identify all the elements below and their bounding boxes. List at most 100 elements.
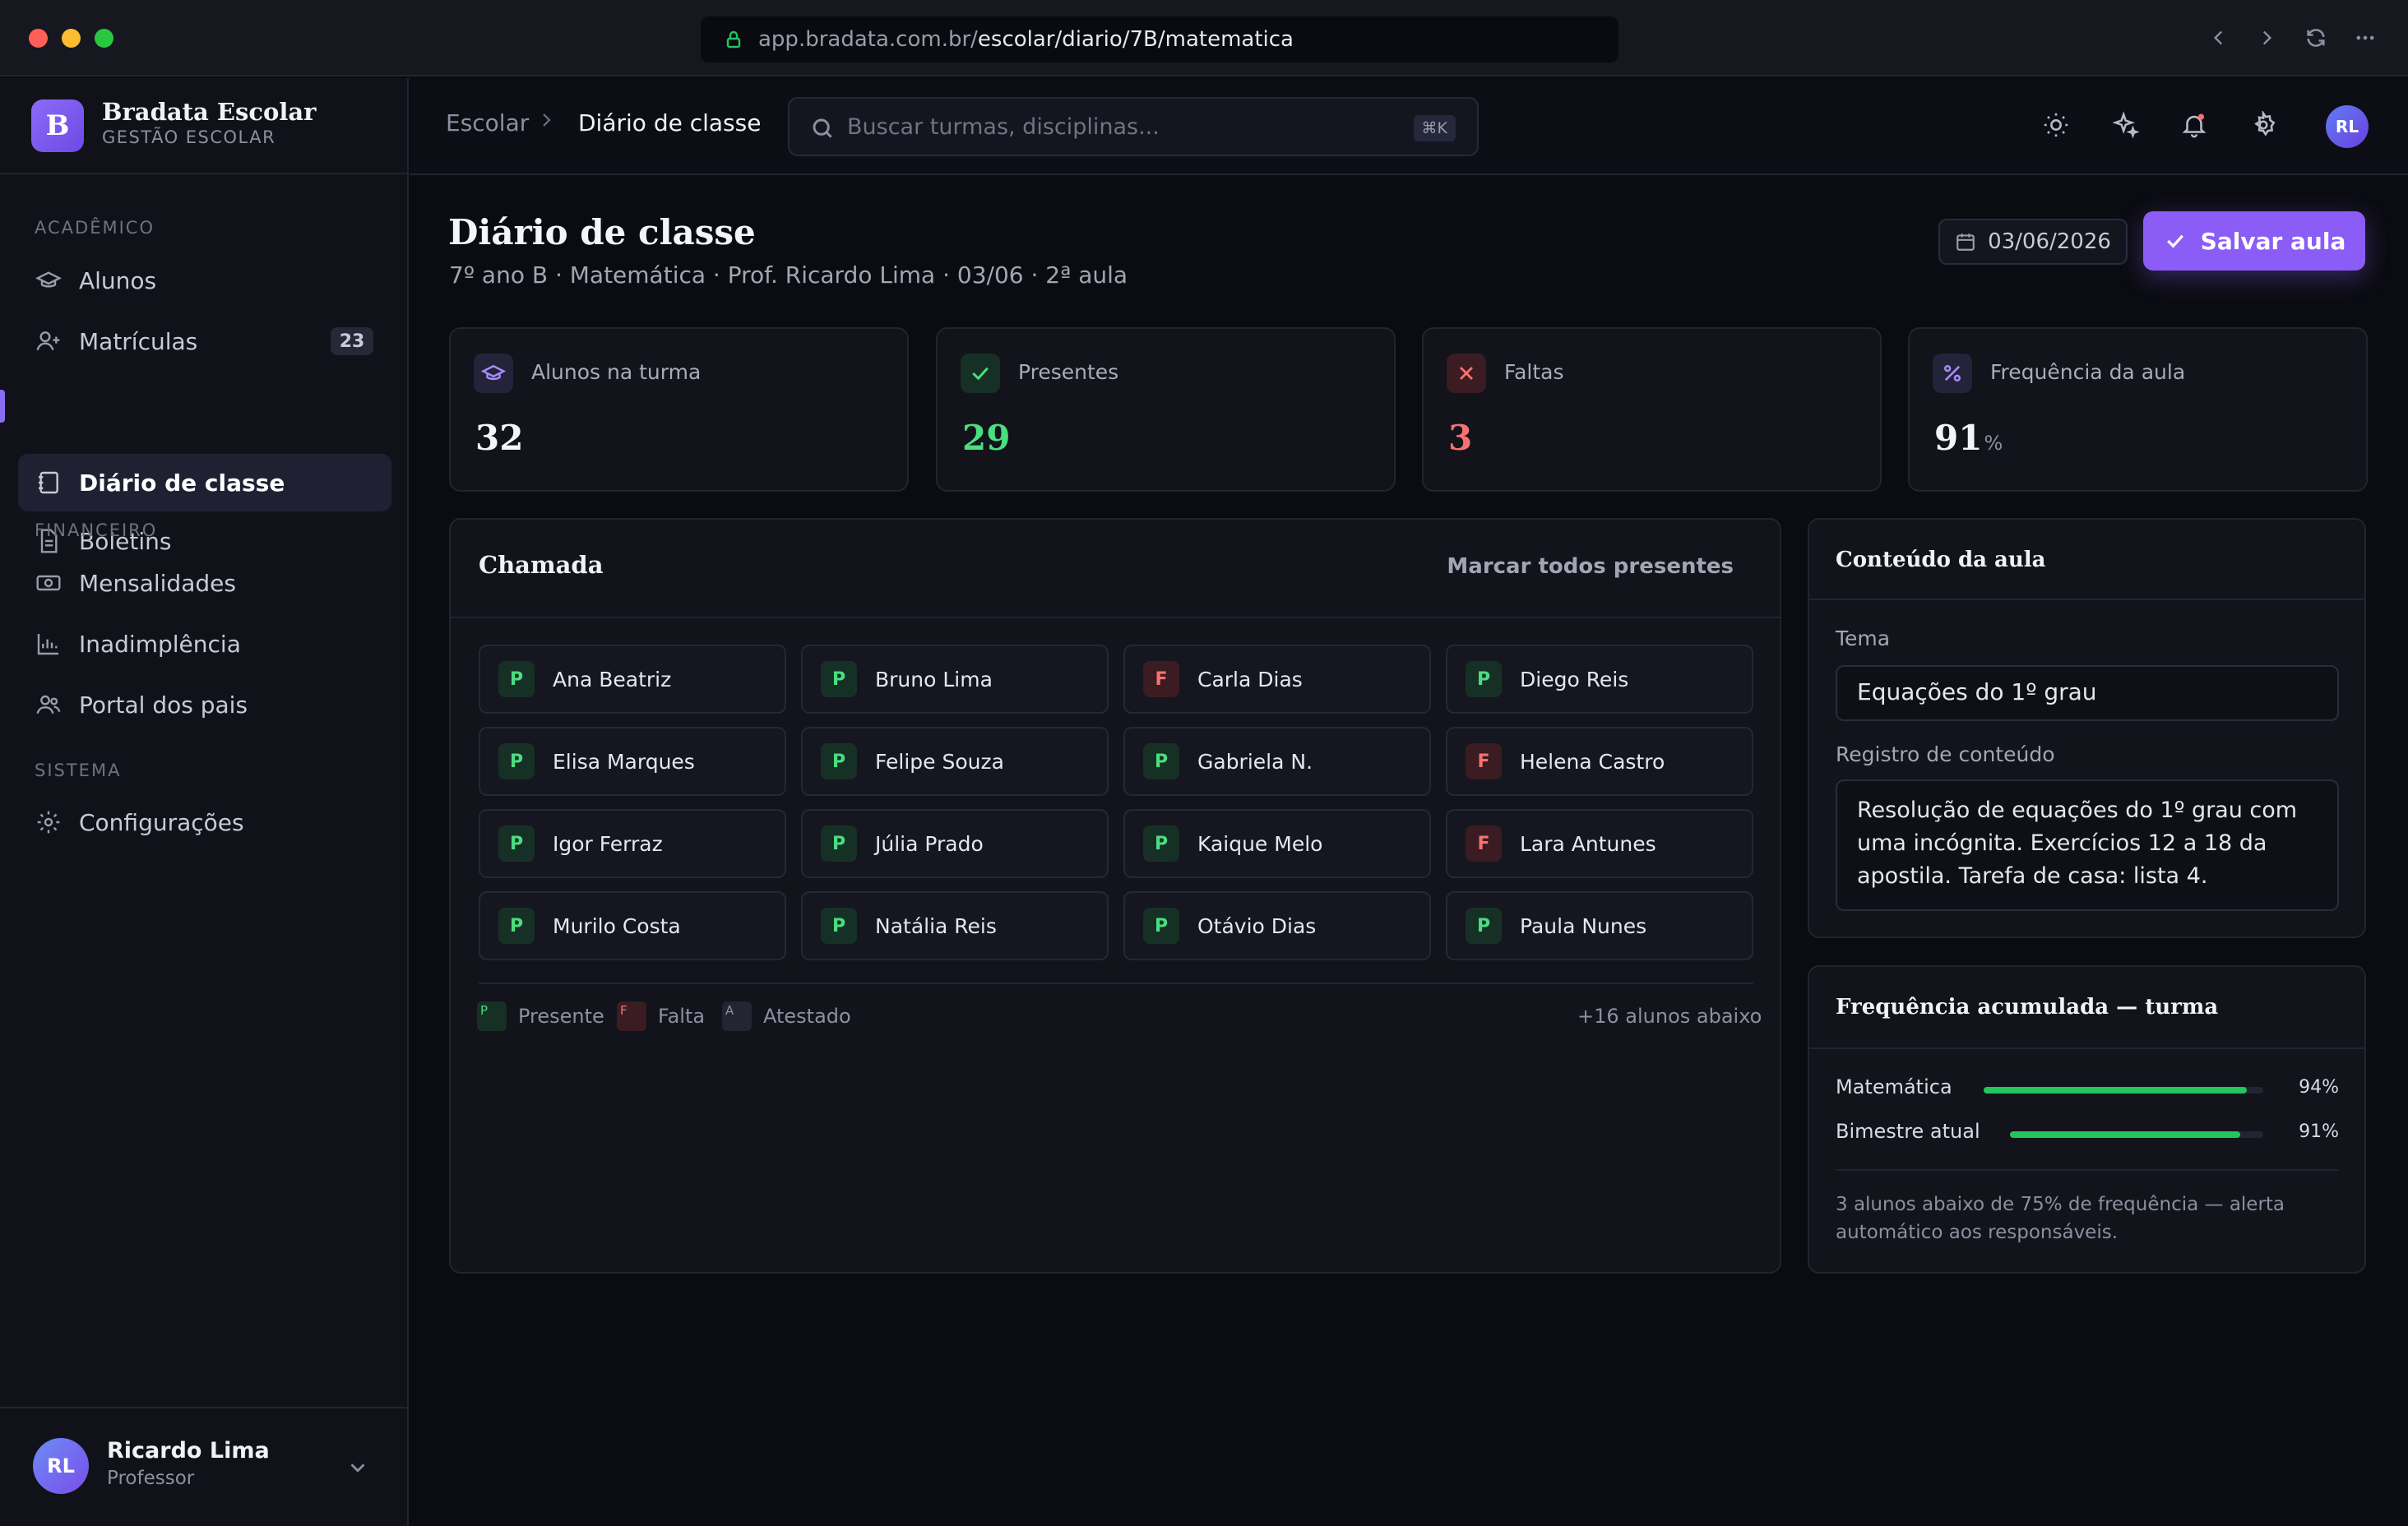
student-card[interactable]: F Lara Antunes <box>1446 809 1753 878</box>
brand-logo[interactable]: B <box>31 99 84 152</box>
student-name: Bruno Lima <box>875 667 993 691</box>
panel-divider <box>1836 1169 2339 1171</box>
attendance-status-toggle[interactable]: F <box>1143 661 1179 697</box>
sidebar-item-alunos[interactable]: Alunos <box>18 252 391 309</box>
page-subtitle: 7º ano B · Matemática · Prof. Ricardo Li… <box>449 261 1128 289</box>
student-card[interactable]: P Bruno Lima <box>801 645 1109 714</box>
calendar-icon <box>1956 234 1975 251</box>
sidebar-item-configuracoes[interactable]: Configurações <box>18 793 391 851</box>
window-minimize-button[interactable] <box>62 29 81 48</box>
student-card[interactable]: P Gabriela N. <box>1123 727 1431 796</box>
sidebar-item-label: Mensalidades <box>79 569 236 597</box>
graduation-cap-icon <box>474 354 513 393</box>
frequency-bar-fill <box>2010 1131 2241 1138</box>
attendance-status-toggle[interactable]: P <box>1466 661 1502 697</box>
student-card[interactable]: P Kaique Melo <box>1123 809 1431 878</box>
more-students-link[interactable]: +16 alunos abaixo <box>1577 1005 1762 1028</box>
window-close-button[interactable] <box>29 29 48 48</box>
student-name: Ana Beatriz <box>553 667 672 691</box>
notebook-icon <box>35 469 63 497</box>
sidebar-item-label: Inadimplência <box>79 630 241 658</box>
back-icon[interactable] <box>2204 23 2234 53</box>
student-card[interactable]: P Murilo Costa <box>479 891 786 960</box>
stat-unit: % <box>1984 432 2003 455</box>
registro-textarea[interactable]: Resolução de equações do 1º grau com uma… <box>1836 779 2339 911</box>
student-card[interactable]: P Igor Ferraz <box>479 809 786 878</box>
attendance-status-toggle[interactable]: P <box>821 743 857 779</box>
more-icon[interactable] <box>2350 23 2380 53</box>
student-name: Gabriela N. <box>1197 749 1313 774</box>
panel-title: Conteúdo da aula <box>1836 548 2046 572</box>
mark-all-present-button[interactable]: Marcar todos presentes <box>1447 554 1734 579</box>
stat-value: 29 <box>962 418 1011 458</box>
address-bar[interactable]: app.bradata.com.br/escolar/diario/7B/mat… <box>701 16 1618 62</box>
student-card[interactable]: P Elisa Marques <box>479 727 786 796</box>
attendance-status-toggle[interactable]: P <box>498 908 535 944</box>
legend-swatch-present: P <box>477 1001 507 1031</box>
attendance-status-toggle[interactable]: P <box>1143 825 1179 862</box>
attendance-status-toggle[interactable]: P <box>821 908 857 944</box>
student-card[interactable]: P Natália Reis <box>801 891 1109 960</box>
attendance-status-toggle[interactable]: P <box>821 661 857 697</box>
sun-icon[interactable] <box>2036 105 2076 145</box>
attendance-status-toggle[interactable]: P <box>498 743 535 779</box>
student-card[interactable]: F Carla Dias <box>1123 645 1431 714</box>
registro-label: Registro de conteúdo <box>1836 742 2055 766</box>
attendance-status-toggle[interactable]: P <box>821 825 857 862</box>
close-icon <box>1447 354 1486 393</box>
tema-field[interactable]: Equações do 1º grau <box>1836 665 2339 721</box>
frequency-note: 3 alunos abaixo de 75% de frequência — a… <box>1836 1194 2285 1243</box>
settings-icon[interactable] <box>2244 105 2283 145</box>
student-card[interactable]: P Diego Reis <box>1446 645 1753 714</box>
student-card[interactable]: P Júlia Prado <box>801 809 1109 878</box>
student-name: Elisa Marques <box>553 749 695 774</box>
sidebar-divider <box>0 173 407 174</box>
stat-label: Alunos na turma <box>531 360 702 384</box>
check-icon <box>2166 234 2183 248</box>
sidebar: B Bradata Escolar GESTÃO ESCOLAR ACADÊMI… <box>0 78 409 1526</box>
student-card[interactable]: P Ana Beatriz <box>479 645 786 714</box>
attendance-status-toggle[interactable]: P <box>498 661 535 697</box>
frequency-bar-track <box>2010 1131 2263 1138</box>
search-shortcut: ⌘K <box>1413 115 1456 141</box>
attendance-status-toggle[interactable]: P <box>1143 908 1179 944</box>
active-indicator <box>0 390 5 423</box>
student-card[interactable]: P Felipe Souza <box>801 727 1109 796</box>
forward-icon[interactable] <box>2252 23 2281 53</box>
sparkles-icon[interactable] <box>2106 105 2146 145</box>
frequency-label: Bimestre atual <box>1836 1120 1980 1143</box>
sidebar-item-mensalidades[interactable]: Mensalidades <box>18 554 391 612</box>
graduation-cap-icon <box>35 266 63 294</box>
bell-icon[interactable] <box>2174 105 2214 145</box>
sidebar-item-matriculas[interactable]: Matrículas 23 <box>18 312 391 370</box>
legend-certificate: A Atestado <box>722 1001 851 1031</box>
avatar[interactable]: RL <box>2326 105 2369 148</box>
sidebar-item-diario[interactable]: Diário de classe <box>18 454 391 511</box>
breadcrumb-root[interactable]: Escolar <box>446 109 529 136</box>
attendance-status-toggle[interactable]: P <box>1143 743 1179 779</box>
chevron-down-icon[interactable] <box>345 1455 370 1483</box>
student-card[interactable]: P Otávio Dias <box>1123 891 1431 960</box>
avatar[interactable]: RL <box>33 1438 89 1494</box>
reload-icon[interactable] <box>2301 23 2331 53</box>
student-name: Natália Reis <box>875 913 997 938</box>
attendance-status-toggle[interactable]: F <box>1466 743 1502 779</box>
save-button[interactable]: Salvar aula <box>2143 211 2365 271</box>
student-name: Igor Ferraz <box>553 831 663 856</box>
money-icon <box>35 569 63 597</box>
sidebar-item-label: Configurações <box>79 808 244 836</box>
sidebar-item-label: Portal dos pais <box>79 691 248 719</box>
student-card[interactable]: F Helena Castro <box>1446 727 1753 796</box>
student-name: Paula Nunes <box>1520 913 1647 938</box>
attendance-status-toggle[interactable]: P <box>498 825 535 862</box>
section-label-academico: ACADÊMICO <box>35 218 155 238</box>
window-maximize-button[interactable] <box>95 29 113 48</box>
search-input[interactable]: Buscar turmas, disciplinas... ⌘K <box>788 97 1479 156</box>
sidebar-item-inadimplencia[interactable]: Inadimplência <box>18 615 391 673</box>
gear-icon <box>35 808 63 836</box>
attendance-status-toggle[interactable]: F <box>1466 825 1502 862</box>
attendance-status-toggle[interactable]: P <box>1466 908 1502 944</box>
student-card[interactable]: P Paula Nunes <box>1446 891 1753 960</box>
date-picker[interactable]: 03/06/2026 <box>1938 219 2128 265</box>
sidebar-item-portal[interactable]: Portal dos pais <box>18 676 391 733</box>
